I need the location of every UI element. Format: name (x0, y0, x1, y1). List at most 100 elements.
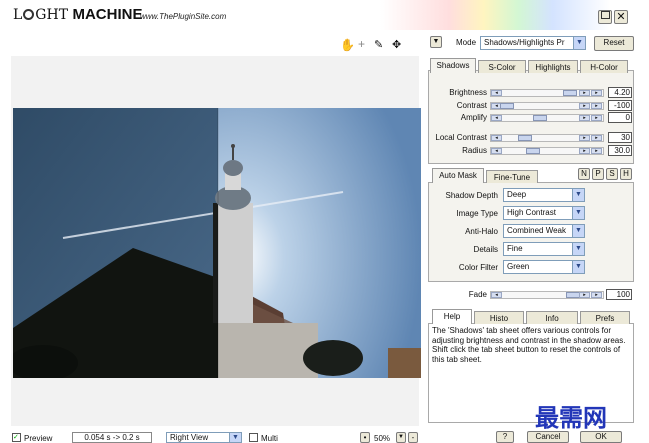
details-label: Details (473, 245, 498, 254)
contrast-slider[interactable]: ◂ ▸ ▸ (490, 102, 604, 110)
local-contrast-slider[interactable]: ◂ ▸ ▸ (490, 134, 604, 142)
n-button[interactable]: N (578, 168, 590, 180)
slider-end-arrow-icon[interactable]: ▸ (591, 103, 602, 109)
tab-shadows[interactable]: Shadows (430, 58, 476, 73)
tab-s-color[interactable]: S-Color (478, 60, 526, 73)
slider-end-arrow-icon[interactable]: ▸ (591, 90, 602, 96)
slider-decrement-arrow-icon[interactable]: ◂ (491, 135, 502, 141)
tab-info[interactable]: Info (526, 311, 578, 324)
zoom-in-button[interactable]: - (408, 432, 418, 443)
details-select[interactable]: Fine ▼ (503, 242, 585, 256)
logo-ght: GHT (35, 7, 69, 23)
fade-value[interactable]: 100 (606, 289, 632, 300)
reset-button[interactable]: Reset (594, 36, 634, 51)
chevron-down-icon: ▼ (572, 261, 584, 273)
image-type-select[interactable]: High Contrast ▼ (503, 206, 585, 220)
slider-thumb[interactable] (563, 90, 577, 96)
details-value: Fine (507, 244, 523, 253)
amplify-value[interactable]: 0 (608, 112, 632, 123)
slider-decrement-arrow-icon[interactable]: ◂ (491, 115, 502, 121)
tab-prefs[interactable]: Prefs (580, 311, 630, 324)
tab-highlights[interactable]: Highlights (528, 60, 578, 73)
color-filter-select[interactable]: Green ▼ (503, 260, 585, 274)
slider-decrement-arrow-icon[interactable]: ◂ (491, 90, 502, 96)
cancel-button[interactable]: Cancel (527, 431, 569, 443)
shadow-depth-value: Deep (507, 190, 527, 199)
tab-help[interactable]: Help (432, 309, 472, 324)
slider-end-arrow-icon[interactable]: ▸ (591, 148, 602, 154)
minus-icon: • (363, 433, 367, 442)
logo-l: L (13, 7, 23, 23)
anti-halo-value: Combined Weak (507, 226, 566, 235)
view-select[interactable]: Right View ▼ (166, 432, 242, 443)
slider-increment-arrow-icon[interactable]: ▸ (579, 292, 590, 298)
watermark: 最需网 (535, 404, 607, 432)
mode-collapse-button[interactable]: ▼ (430, 36, 442, 48)
mode-label: Mode (456, 38, 477, 47)
slider-decrement-arrow-icon[interactable]: ◂ (491, 148, 502, 154)
color-filter-value: Green (507, 262, 530, 271)
zoom-out-button[interactable]: • (360, 432, 370, 443)
slider-thumb[interactable] (566, 292, 580, 298)
help-button[interactable]: ? (496, 431, 514, 443)
radius-slider[interactable]: ◂ ▸ ▸ (490, 147, 604, 155)
multi-checkbox[interactable] (249, 433, 258, 442)
preview-area[interactable] (11, 56, 421, 426)
fade-slider[interactable]: ◂ ▸ ▸ (490, 291, 604, 299)
tab-histo[interactable]: Histo (474, 311, 524, 324)
slider-increment-arrow-icon[interactable]: ▸ (579, 115, 590, 121)
slider-increment-arrow-icon[interactable]: ▸ (579, 135, 590, 141)
mode-select[interactable]: Shadows/Highlights Pr ▼ (480, 36, 586, 50)
plus-icon: - (411, 433, 415, 442)
restore-button[interactable] (598, 10, 612, 24)
shadow-depth-select[interactable]: Deep ▼ (503, 188, 585, 202)
ok-button[interactable]: OK (580, 431, 622, 443)
s-button[interactable]: S (606, 168, 618, 180)
view-value: Right View (170, 433, 209, 442)
move-tool-icon[interactable]: ✥ (392, 38, 401, 51)
tab-auto-mask[interactable]: Auto Mask (432, 168, 484, 183)
app-logo: L GHT MACHINE (13, 6, 142, 24)
h-button[interactable]: H (620, 168, 632, 180)
slider-thumb[interactable] (500, 103, 514, 109)
contrast-value[interactable]: -100 (608, 100, 632, 111)
preview-image (13, 108, 421, 378)
chevron-down-icon: ▼ (572, 225, 584, 237)
slider-increment-arrow-icon[interactable]: ▸ (579, 148, 590, 154)
slider-end-arrow-icon[interactable]: ▸ (591, 292, 602, 298)
slider-thumb[interactable] (518, 135, 532, 141)
chevron-down-icon: ▼ (573, 37, 585, 49)
local-contrast-value[interactable]: 30 (608, 132, 632, 143)
chevron-down-icon: ▼ (432, 38, 440, 45)
close-icon: ✕ (616, 11, 626, 23)
slider-thumb[interactable] (533, 115, 547, 121)
chevron-down-icon: ▼ (572, 189, 584, 201)
preview-checkbox[interactable]: ✓ (12, 433, 21, 442)
radius-value[interactable]: 30.0 (608, 145, 632, 156)
p-button[interactable]: P (592, 168, 604, 180)
local-contrast-label: Local Contrast (435, 133, 487, 142)
contrast-label: Contrast (456, 101, 487, 110)
app-url: www.ThePluginSite.com (140, 12, 227, 21)
restore-icon (600, 11, 610, 19)
tab-h-color[interactable]: H-Color (580, 60, 628, 73)
brightness-slider[interactable]: ◂ ▸ ▸ (490, 89, 604, 97)
slider-end-arrow-icon[interactable]: ▸ (591, 135, 602, 141)
zoom-select-button[interactable]: ▼ (396, 432, 406, 443)
brightness-value[interactable]: 4.20 (608, 87, 632, 98)
zoom-level: 50% (374, 434, 391, 443)
hand-tool-icon[interactable]: ✋ (340, 38, 355, 52)
crosshair-tool-icon[interactable]: + (358, 37, 365, 51)
anti-halo-select[interactable]: Combined Weak ▼ (503, 224, 585, 238)
amplify-slider[interactable]: ◂ ▸ ▸ (490, 114, 604, 122)
tab-fine-tune[interactable]: Fine-Tune (486, 170, 538, 183)
slider-increment-arrow-icon[interactable]: ▸ (579, 103, 590, 109)
time-readout: 0.054 s -> 0.2 s (72, 432, 152, 443)
slider-end-arrow-icon[interactable]: ▸ (591, 115, 602, 121)
logo-machine: MACHINE (72, 6, 143, 23)
close-button[interactable]: ✕ (614, 10, 628, 24)
slider-increment-arrow-icon[interactable]: ▸ (579, 90, 590, 96)
eyedropper-tool-icon[interactable]: ✎ (374, 38, 383, 51)
slider-decrement-arrow-icon[interactable]: ◂ (491, 292, 502, 298)
slider-thumb[interactable] (526, 148, 540, 154)
